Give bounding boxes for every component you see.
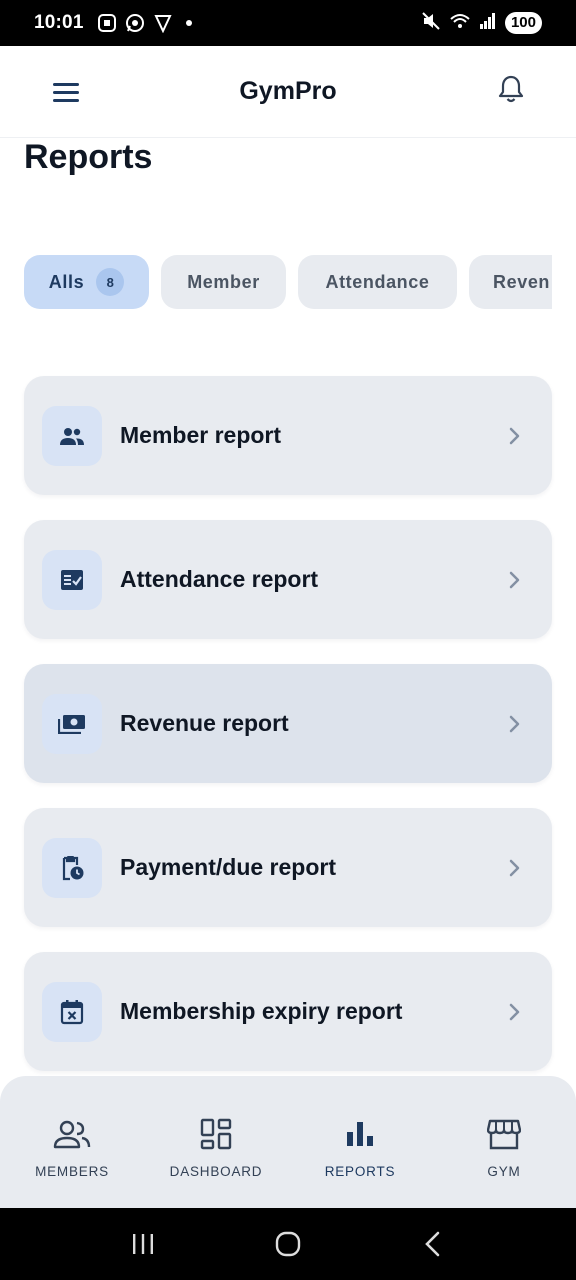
app-header: GymPro: [0, 46, 576, 138]
nav-label: GYM: [487, 1164, 521, 1179]
bottom-navigation: MEMBERS DASHBOARD REPORTS GYM: [0, 1076, 576, 1208]
whatsapp-icon: [124, 12, 146, 34]
battery-indicator: 100: [504, 12, 542, 34]
notification-bell-icon[interactable]: [496, 72, 526, 106]
report-card-member[interactable]: Member report: [24, 376, 552, 495]
report-card-payment-due[interactable]: Payment/due report: [24, 808, 552, 927]
chip-alls[interactable]: Alls 8: [24, 255, 149, 309]
report-card-revenue[interactable]: Revenue report: [24, 664, 552, 783]
members-icon: [52, 1114, 92, 1154]
calendar-x-icon: [42, 981, 102, 1042]
report-card-attendance[interactable]: Attendance report: [24, 520, 552, 639]
chevron-right-icon: [502, 856, 526, 880]
nav-label: MEMBERS: [35, 1164, 109, 1179]
home-icon[interactable]: [268, 1224, 308, 1264]
report-label: Attendance report: [120, 566, 319, 592]
chip-revenue[interactable]: Reven: [469, 255, 552, 309]
status-time: 10:01: [34, 12, 84, 33]
attendance-check-icon: [42, 549, 102, 610]
nav-reports[interactable]: REPORTS: [288, 1076, 432, 1208]
report-label: Revenue report: [120, 710, 289, 736]
menu-icon[interactable]: [50, 76, 82, 108]
app-title: GymPro: [239, 77, 337, 105]
chevron-right-icon: [502, 712, 526, 736]
chevron-right-icon: [502, 568, 526, 592]
report-label: Member report: [120, 422, 282, 448]
filter-chips: Alls 8 Member Attendance Reven: [24, 255, 552, 311]
status-bar: 10:01 100: [0, 0, 576, 46]
count-badge: 8: [96, 268, 125, 296]
mute-icon: [421, 11, 441, 36]
chip-label: Member: [187, 271, 260, 292]
members-icon: [42, 405, 102, 466]
nav-gym[interactable]: GYM: [432, 1076, 576, 1208]
report-label: Membership expiry report: [120, 998, 403, 1024]
storefront-icon: [484, 1114, 524, 1154]
chevron-right-icon: [502, 424, 526, 448]
system-navigation-bar: [0, 1208, 576, 1280]
money-icon: [42, 693, 102, 754]
wifi-icon: [449, 11, 471, 36]
nav-members[interactable]: MEMBERS: [0, 1076, 144, 1208]
nav-label: REPORTS: [324, 1164, 396, 1179]
chevron-right-icon: [502, 1000, 526, 1024]
clipboard-clock-icon: [42, 837, 102, 898]
report-label: Payment/due report: [120, 854, 336, 880]
page-title: Reports: [24, 138, 153, 176]
chip-attendance[interactable]: Attendance: [298, 255, 457, 309]
dashboard-icon: [196, 1114, 236, 1154]
report-card-membership-expiry[interactable]: Membership expiry report: [24, 952, 552, 1071]
back-icon[interactable]: [413, 1224, 453, 1264]
vpn-icon: [152, 12, 174, 34]
nav-label: DASHBOARD: [169, 1164, 263, 1179]
chip-label: Reven: [493, 271, 551, 292]
recent-apps-icon[interactable]: [123, 1224, 163, 1264]
screenshot-icon: [96, 12, 118, 34]
report-list: Member report Attendance report Revenue …: [24, 376, 552, 1096]
chip-label: Alls: [48, 271, 85, 292]
chip-member[interactable]: Member: [161, 255, 286, 309]
signal-icon: [479, 12, 497, 35]
chip-label: Attendance: [325, 271, 430, 292]
bar-chart-icon: [340, 1114, 380, 1154]
notification-dot-icon: [185, 20, 192, 26]
nav-dashboard[interactable]: DASHBOARD: [144, 1076, 288, 1208]
